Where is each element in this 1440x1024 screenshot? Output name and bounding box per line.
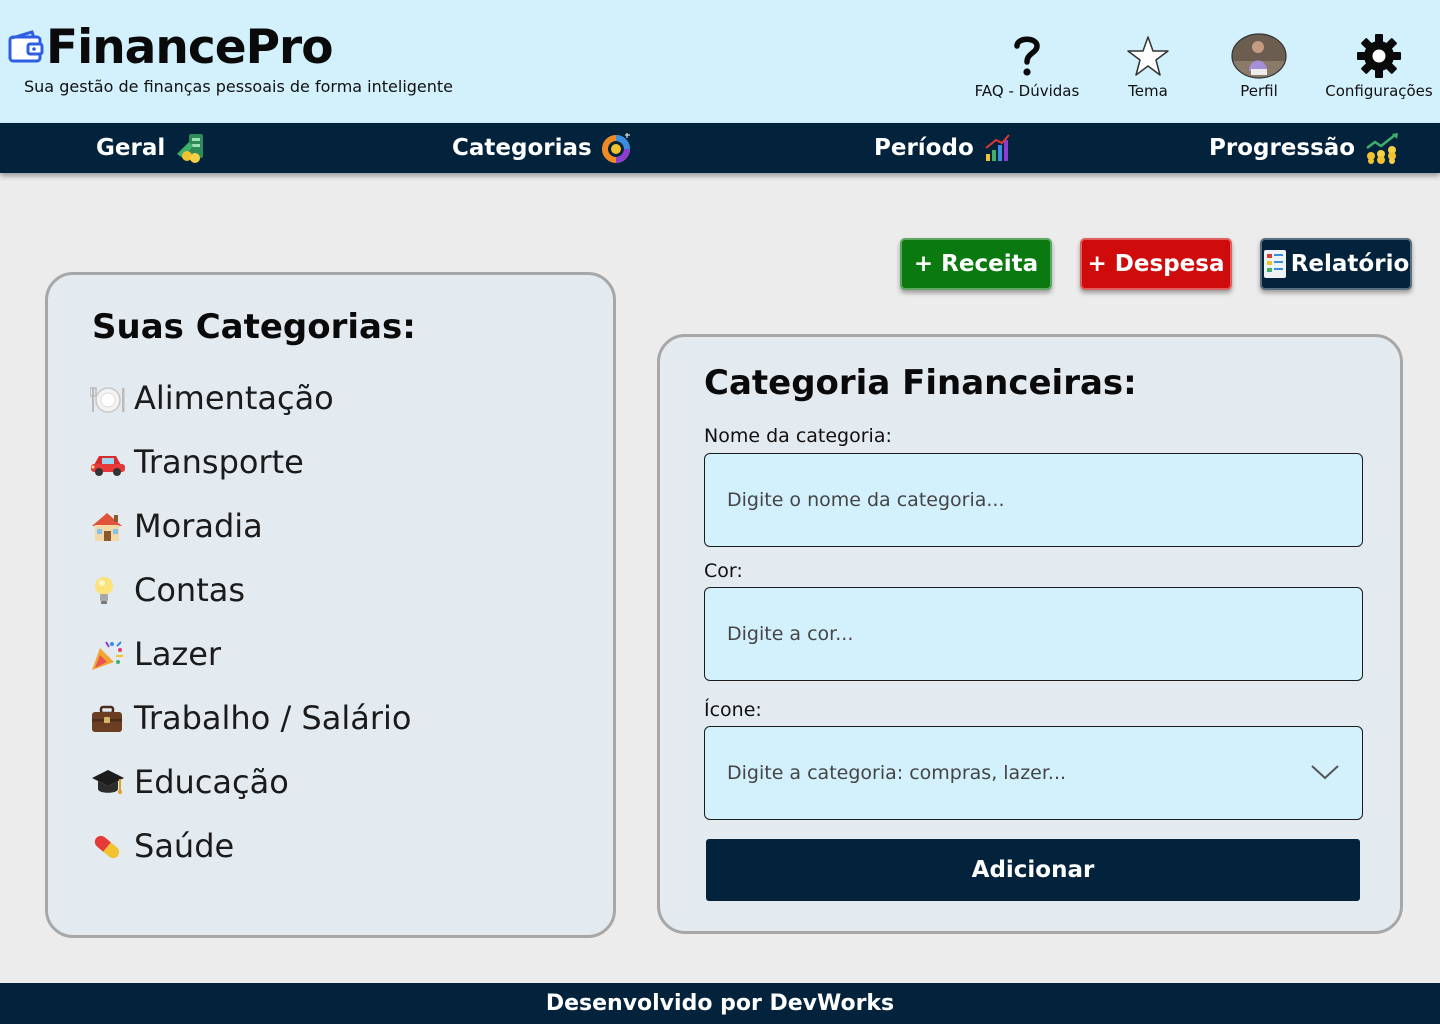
pill-icon xyxy=(90,827,134,867)
category-label: Transporte xyxy=(134,443,304,481)
nav-categorias-label: Categorias xyxy=(452,135,592,161)
add-category-button[interactable]: Adicionar xyxy=(706,839,1360,901)
car-icon xyxy=(90,443,134,483)
category-label: Alimentação xyxy=(134,379,334,417)
profile-button[interactable]: Perfil xyxy=(1222,30,1296,100)
lightbulb-icon xyxy=(90,571,134,611)
category-color-field[interactable] xyxy=(704,587,1363,681)
add-income-button[interactable]: + Receita xyxy=(900,238,1052,290)
category-item[interactable]: Moradia xyxy=(90,507,411,571)
category-label: Saúde xyxy=(134,827,235,865)
nav-progressao-label: Progressão xyxy=(1209,135,1356,161)
main-nav: Geral Categorias Período Progressão xyxy=(0,123,1440,173)
category-item[interactable]: Alimentação xyxy=(90,379,411,443)
app-name: FinancePro xyxy=(46,20,334,75)
category-item[interactable]: Saúde xyxy=(90,827,411,891)
nav-periodo-label: Período xyxy=(874,135,974,161)
app-tagline: Sua gestão de finanças pessoais de forma… xyxy=(24,77,454,96)
nav-geral-label: Geral xyxy=(96,135,166,161)
house-icon xyxy=(90,507,134,547)
category-icon-select[interactable] xyxy=(704,726,1363,820)
party-popper-icon xyxy=(90,635,134,675)
category-label: Educação xyxy=(134,763,289,801)
header: FinancePro Sua gestão de finanças pessoa… xyxy=(0,0,1440,123)
category-item[interactable]: Lazer xyxy=(90,635,411,699)
color-field-label: Cor: xyxy=(704,560,743,582)
category-list: Alimentação Transporte Moradia Contas La… xyxy=(90,379,411,891)
footer-text: Desenvolvido por DevWorks xyxy=(545,991,895,1016)
chevron-down-icon[interactable] xyxy=(1310,763,1340,781)
nav-categorias[interactable]: Categorias xyxy=(452,123,632,173)
wallet-icon xyxy=(8,29,46,67)
category-label: Contas xyxy=(134,571,246,609)
gear-icon xyxy=(1318,30,1440,82)
profile-label: Perfil xyxy=(1240,82,1278,100)
report-label: Relatório xyxy=(1290,251,1410,277)
footer: Desenvolvido por DevWorks xyxy=(0,983,1440,1024)
star-icon xyxy=(1108,30,1188,82)
form-title: Categoria Financeiras: xyxy=(704,363,1137,403)
category-icon-input[interactable] xyxy=(727,727,1362,819)
bar-chart-icon xyxy=(985,134,1010,161)
settings-button[interactable]: Configurações xyxy=(1318,30,1440,100)
plate-icon xyxy=(90,379,134,419)
category-label: Trabalho / Salário xyxy=(134,699,412,737)
category-item[interactable]: Transporte xyxy=(90,443,411,507)
report-button[interactable]: Relatório xyxy=(1260,238,1412,290)
avatar xyxy=(1222,30,1296,82)
category-item[interactable]: Trabalho / Salário xyxy=(90,699,411,763)
graduation-cap-icon xyxy=(90,763,134,803)
faq-button[interactable]: FAQ - Dúvidas xyxy=(968,30,1086,100)
donut-chart-icon xyxy=(601,133,630,163)
add-expense-button[interactable]: + Despesa xyxy=(1080,238,1232,290)
briefcase-icon xyxy=(90,699,134,739)
money-stack-icon xyxy=(177,134,204,163)
icon-field-label: Ícone: xyxy=(704,699,762,721)
growth-chart-icon xyxy=(1366,133,1399,164)
theme-button[interactable]: Tema xyxy=(1108,30,1188,100)
name-field-label: Nome da categoria: xyxy=(704,425,892,447)
category-label: Moradia xyxy=(134,507,263,545)
report-icon xyxy=(1263,250,1286,278)
nav-geral[interactable]: Geral xyxy=(96,123,207,173)
category-name-input[interactable] xyxy=(727,454,1362,546)
category-name-field[interactable] xyxy=(704,453,1363,547)
nav-periodo[interactable]: Período xyxy=(874,123,1012,173)
settings-label: Configurações xyxy=(1325,82,1433,100)
category-item[interactable]: Contas xyxy=(90,571,411,635)
categories-title: Suas Categorias: xyxy=(92,307,416,347)
category-color-input[interactable] xyxy=(727,588,1362,680)
category-label: Lazer xyxy=(134,635,222,673)
logo[interactable]: FinancePro xyxy=(8,20,334,75)
theme-label: Tema xyxy=(1128,82,1168,100)
category-form-panel: Categoria Financeiras: Nome da categoria… xyxy=(657,334,1403,934)
question-mark-icon xyxy=(968,30,1086,82)
categories-panel: Suas Categorias: Alimentação Transporte … xyxy=(45,272,616,938)
faq-label: FAQ - Dúvidas xyxy=(974,82,1080,100)
category-item[interactable]: Educação xyxy=(90,763,411,827)
nav-progressao[interactable]: Progressão xyxy=(1209,123,1401,173)
